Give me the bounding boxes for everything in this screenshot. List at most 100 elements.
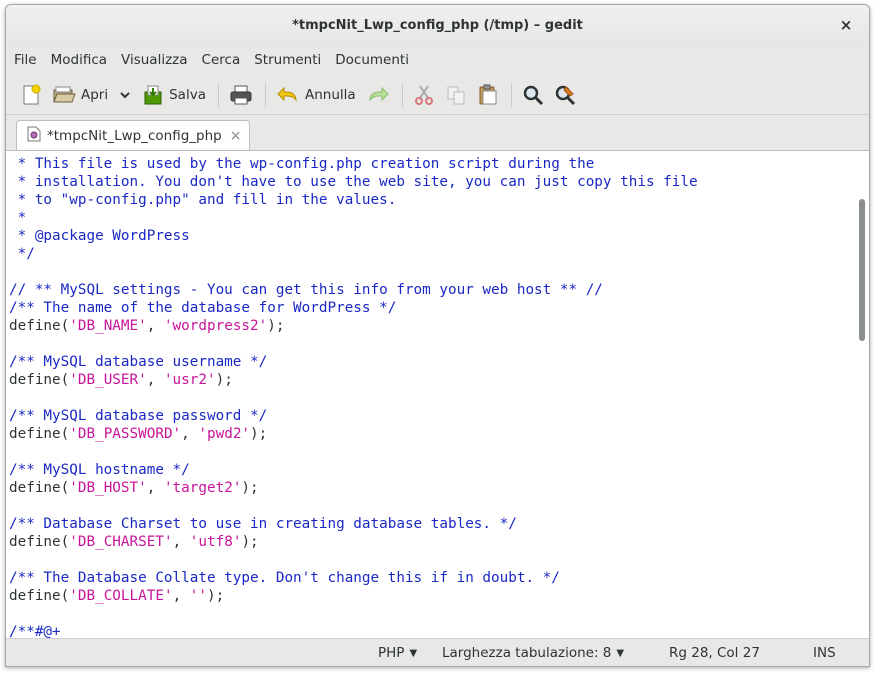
code-line[interactable]: // ** MySQL settings - You can get this …: [9, 281, 698, 299]
save-icon: [142, 84, 164, 106]
code-string: 'pwd2': [198, 426, 251, 442]
vertical-scrollbar[interactable]: [855, 151, 869, 638]
tab-width-selector[interactable]: Larghezza tabulazione: 8 ▼: [442, 645, 624, 661]
code-comment: * @package WordPress: [9, 228, 190, 244]
code-line[interactable]: /** MySQL database username */: [9, 353, 698, 371]
menu-visualizza[interactable]: Visualizza: [121, 52, 188, 68]
code-line[interactable]: define('DB_CHARSET', 'utf8');: [9, 533, 698, 551]
code-line[interactable]: [9, 335, 698, 353]
code-comment: /** The Database Collate type. Don't cha…: [9, 570, 560, 586]
menu-file[interactable]: File: [14, 52, 37, 68]
code-line[interactable]: * This file is used by the wp-config.php…: [9, 155, 698, 173]
code-string: 'DB_CHARSET': [69, 534, 173, 550]
code-comment: * This file is used by the wp-config.php…: [9, 156, 595, 172]
code-content[interactable]: * This file is used by the wp-config.php…: [9, 155, 698, 638]
insert-mode[interactable]: INS: [813, 645, 836, 661]
code-comment: /** MySQL database username */: [9, 354, 268, 370]
save-label: Salva: [169, 86, 206, 103]
cut-button[interactable]: [409, 80, 439, 110]
code-line[interactable]: */: [9, 245, 698, 263]
code-line[interactable]: /** MySQL database password */: [9, 407, 698, 425]
menu-strumenti[interactable]: Strumenti: [254, 52, 321, 68]
code-string: 'target2': [163, 480, 242, 496]
code-line[interactable]: *: [9, 209, 698, 227]
close-window-button[interactable]: ×: [837, 16, 855, 34]
open-folder-icon: [52, 84, 76, 106]
code-text: define(: [9, 588, 70, 604]
status-bar: PHP ▼ Larghezza tabulazione: 8 ▼ Rg 28, …: [6, 638, 869, 666]
redo-button[interactable]: [362, 80, 394, 110]
code-text: define(: [9, 372, 70, 388]
save-button[interactable]: Salva: [138, 80, 210, 110]
code-line[interactable]: define('DB_COLLATE', '');: [9, 587, 698, 605]
open-button[interactable]: Apri: [48, 80, 112, 110]
undo-button[interactable]: Annulla: [272, 80, 360, 110]
tab-width-label: Larghezza tabulazione: 8: [442, 645, 612, 661]
code-text: ,: [181, 426, 199, 442]
code-line[interactable]: [9, 497, 698, 515]
search-button[interactable]: [518, 80, 548, 110]
toolbar-separator: [264, 82, 266, 107]
code-line[interactable]: define('DB_USER', 'usr2');: [9, 371, 698, 389]
code-line[interactable]: define('DB_HOST', 'target2');: [9, 479, 698, 497]
text-editor[interactable]: * This file is used by the wp-config.php…: [6, 151, 869, 638]
code-text: );: [215, 372, 233, 388]
paste-button[interactable]: [473, 80, 503, 110]
code-string: 'DB_COLLATE': [69, 588, 173, 604]
code-line[interactable]: [9, 551, 698, 569]
code-line[interactable]: /** Database Charset to use in creating …: [9, 515, 698, 533]
code-line[interactable]: [9, 389, 698, 407]
code-comment: /** MySQL database password */: [9, 408, 268, 424]
copy-icon: [445, 84, 467, 106]
code-text: ,: [146, 372, 164, 388]
menu-modifica[interactable]: Modifica: [51, 52, 107, 68]
code-line[interactable]: [9, 263, 698, 281]
toolbar-separator: [217, 82, 219, 107]
print-icon: [229, 84, 253, 106]
open-dropdown-button[interactable]: [114, 80, 136, 110]
code-line[interactable]: /**#@+: [9, 623, 698, 638]
code-line[interactable]: define('DB_NAME', 'wordpress2');: [9, 317, 698, 335]
code-line[interactable]: [9, 443, 698, 461]
print-button[interactable]: [225, 80, 257, 110]
tab-close-button[interactable]: ×: [230, 128, 242, 144]
code-line[interactable]: * installation. You don't have to use th…: [9, 173, 698, 191]
code-text: );: [241, 534, 259, 550]
code-string: 'usr2': [163, 372, 216, 388]
code-text: ,: [172, 534, 190, 550]
code-comment: /**#@+: [9, 624, 61, 638]
menu-documenti[interactable]: Documenti: [335, 52, 409, 68]
code-text: ,: [172, 588, 190, 604]
document-tab-bar: *tmpcNit_Lwp_config_php ×: [6, 116, 869, 151]
toolbar: Apri Salva Annulla: [6, 75, 869, 115]
code-line[interactable]: * to "wp-config.php" and fill in the val…: [9, 191, 698, 209]
title-bar[interactable]: *tmpcNit_Lwp_config_php (/tmp) – gedit ×: [6, 5, 869, 45]
new-document-button[interactable]: [16, 80, 46, 110]
code-line[interactable]: * @package WordPress: [9, 227, 698, 245]
menu-cerca[interactable]: Cerca: [202, 52, 241, 68]
new-document-icon: [20, 84, 42, 106]
code-line[interactable]: /** The Database Collate type. Don't cha…: [9, 569, 698, 587]
code-line[interactable]: /** The name of the database for WordPre…: [9, 299, 698, 317]
language-selector[interactable]: PHP ▼: [378, 645, 417, 661]
php-file-icon: [27, 126, 41, 146]
code-line[interactable]: define('DB_PASSWORD', 'pwd2');: [9, 425, 698, 443]
code-text: );: [207, 588, 225, 604]
paste-icon: [477, 84, 499, 106]
code-text: define(: [9, 534, 70, 550]
scrollbar-thumb[interactable]: [859, 199, 865, 341]
code-text: );: [250, 426, 268, 442]
document-tab[interactable]: *tmpcNit_Lwp_config_php ×: [16, 120, 250, 150]
code-line[interactable]: /** MySQL hostname */: [9, 461, 698, 479]
search-icon: [522, 84, 544, 106]
search-replace-button[interactable]: [550, 80, 580, 110]
chevron-down-icon: ▼: [616, 647, 625, 659]
code-line[interactable]: [9, 605, 698, 623]
copy-button[interactable]: [441, 80, 471, 110]
cursor-position-label: Rg 28, Col 27: [669, 645, 760, 661]
code-comment: *: [9, 210, 27, 226]
insert-mode-label: INS: [813, 645, 836, 661]
undo-icon: [276, 84, 300, 106]
cut-icon: [413, 84, 435, 106]
code-text: ,: [146, 480, 164, 496]
